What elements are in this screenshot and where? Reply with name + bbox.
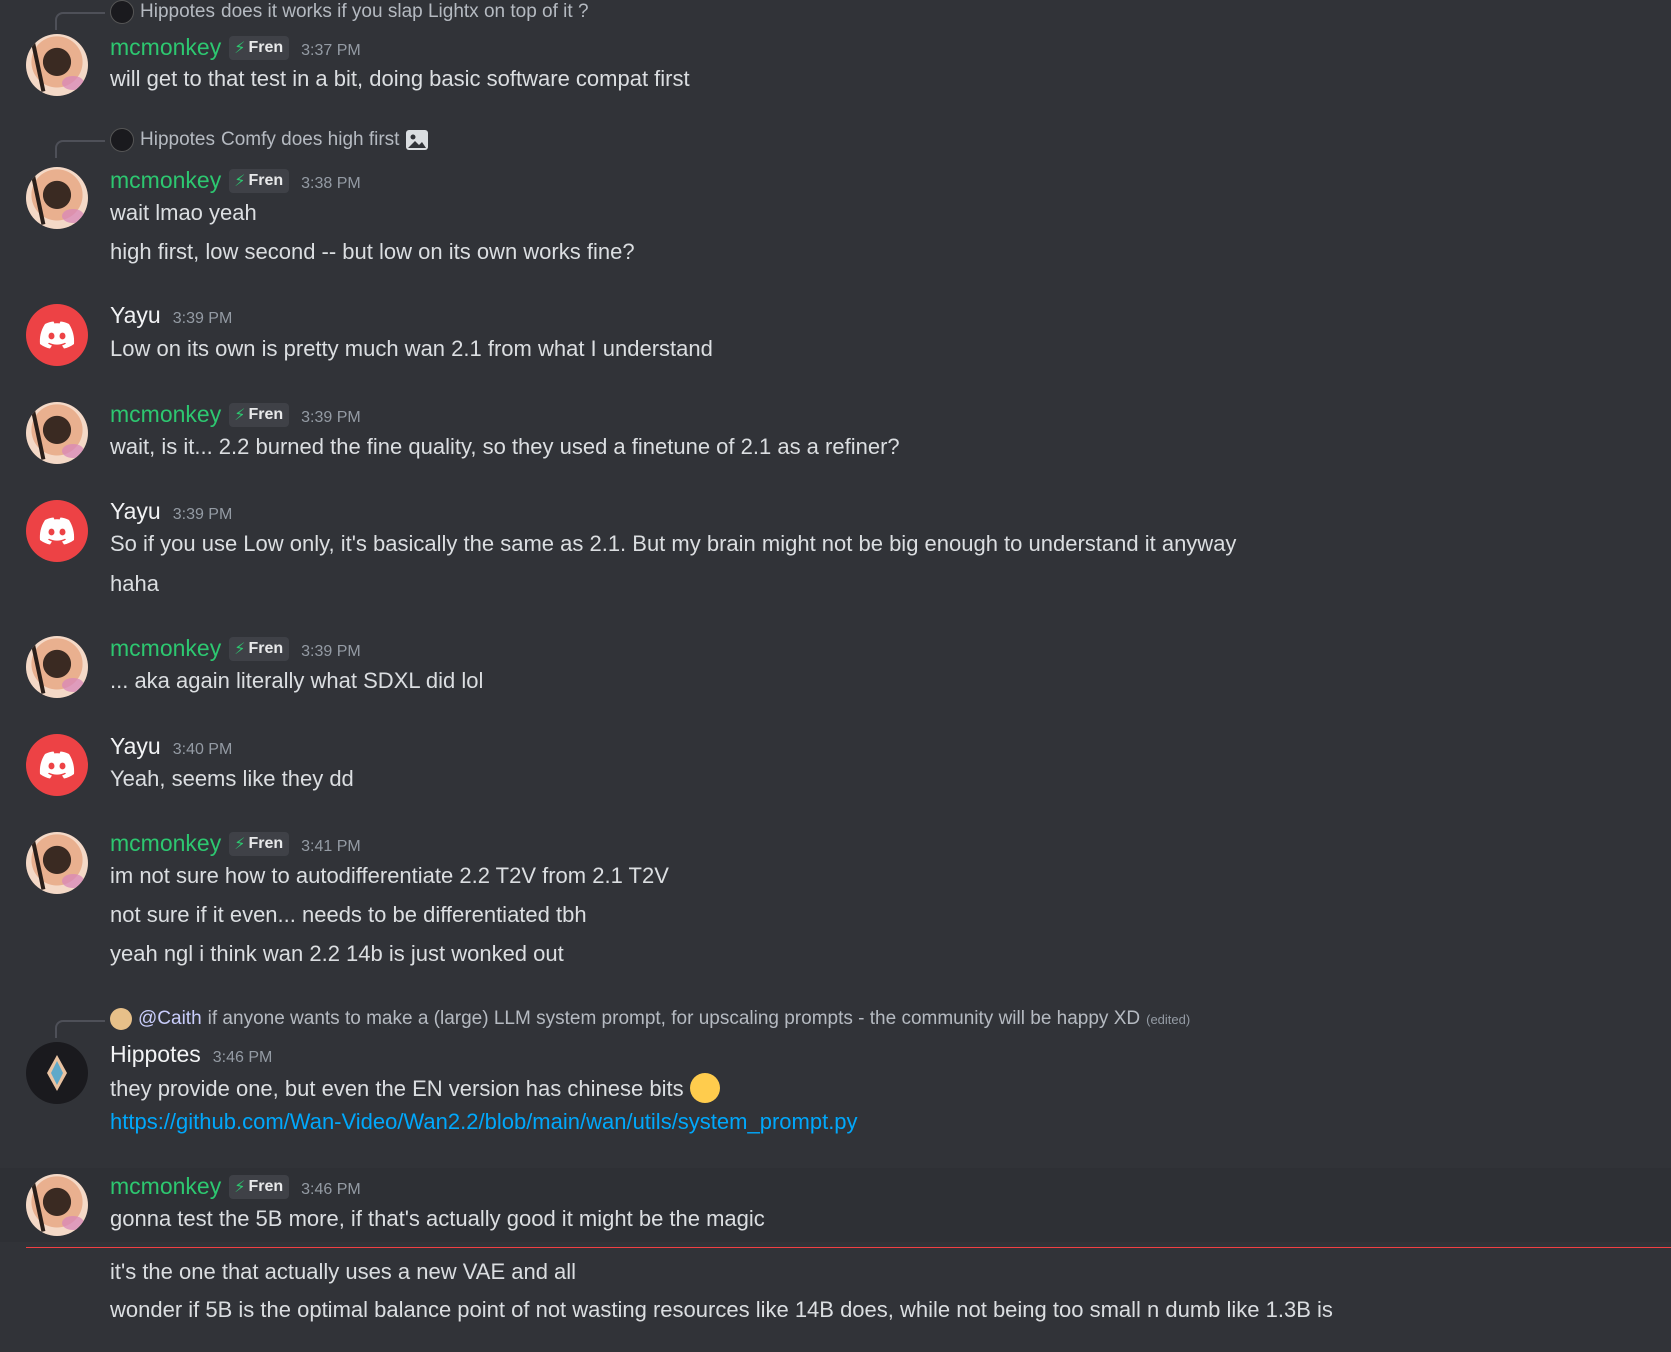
message-text: im not sure how to autodifferentiate 2.2… [110,863,669,888]
message-text: wait, is it... 2.2 burned the fine quali… [110,434,900,459]
discord-icon [39,321,75,349]
lightning-icon: ⚡ [234,173,246,190]
username[interactable]: mcmonkey [110,34,221,61]
avatar[interactable] [26,636,88,698]
avatar[interactable] [26,1174,88,1236]
timestamp[interactable]: 3:46 PM [301,1181,361,1199]
message-text: Yeah, seems like they dd [110,766,354,791]
avatar[interactable] [26,500,88,562]
new-messages-divider [26,1247,1671,1248]
timestamp[interactable]: 3:39 PM [301,643,361,661]
role-tag-label: Fren [248,835,284,852]
role-tag-label: Fren [248,172,284,189]
timestamp[interactable]: 3:39 PM [173,506,233,524]
message-text: yeah ngl i think wan 2.2 14b is just won… [110,941,564,966]
role-tag[interactable]: ⚡ Fren [229,637,290,661]
message-text: high first, low second -- but low on its… [110,239,635,264]
message-text: gonna test the 5B more, if that's actual… [110,1206,765,1231]
message-header: mcmonkey ⚡ Fren 3:41 PM [110,830,361,858]
crying-emoji-icon [689,1073,720,1103]
message-text: ... aka again literally what SDXL did lo… [110,668,484,693]
username[interactable]: mcmonkey [110,167,221,194]
role-tag-label: Fren [248,1178,284,1195]
username[interactable]: Yayu [110,498,161,525]
reply-text: does it works if you slap Lightx on top … [221,1,589,22]
timestamp[interactable]: 3:40 PM [173,741,233,759]
avatar[interactable] [26,34,88,96]
avatar[interactable] [26,402,88,464]
message-text: wonder if 5B is the optimal balance poin… [110,1297,1333,1322]
timestamp[interactable]: 3:39 PM [301,409,361,427]
reply-mention[interactable]: @Caith [138,1008,202,1030]
timestamp[interactable]: 3:37 PM [301,42,361,60]
message-text: will get to that test in a bit, doing ba… [110,66,690,91]
role-tag[interactable]: ⚡ Fren [229,1175,290,1199]
discord-icon [39,751,75,779]
image-icon [406,130,429,150]
avatar[interactable] [26,1042,88,1104]
role-tag[interactable]: ⚡ Fren [229,169,290,193]
role-tag-label: Fren [248,39,284,56]
message-header: Yayu 3:39 PM [110,498,232,525]
username[interactable]: mcmonkey [110,401,221,428]
message-header: mcmonkey ⚡ Fren 3:46 PM [110,1173,361,1201]
role-tag[interactable]: ⚡ Fren [229,36,290,60]
username[interactable]: mcmonkey [110,1173,221,1200]
username[interactable]: Hippotes [110,1041,201,1068]
message-text: haha [110,571,159,596]
role-tag[interactable]: ⚡ Fren [229,832,290,856]
reply-username[interactable]: Hippotes [140,129,215,151]
reply-username[interactable]: Hippotes [140,1,215,23]
message-text: So if you use Low only, it's basically t… [110,531,1237,556]
message-header: Hippotes 3:46 PM [110,1041,272,1068]
lightning-icon: ⚡ [234,1179,246,1196]
timestamp[interactable]: 3:46 PM [213,1049,273,1067]
message-text: it's the one that actually uses a new VA… [110,1259,577,1284]
reply-text: Comfy does high first [221,129,400,150]
lightning-icon: ⚡ [234,641,246,658]
message-text-content: they provide one, but even the EN versio… [110,1075,684,1101]
role-tag-label: Fren [248,406,284,423]
lightning-icon: ⚡ [234,836,246,853]
avatar[interactable] [26,832,88,894]
username[interactable]: mcmonkey [110,830,221,857]
username[interactable]: Yayu [110,733,161,760]
message-text: they provide one, but even the EN versio… [110,1073,720,1105]
reply-text: if anyone wants to make a (large) LLM sy… [207,1008,1141,1029]
avatar[interactable] [26,167,88,229]
message-text: wait lmao yeah [110,200,257,225]
timestamp[interactable]: 3:41 PM [301,838,361,856]
timestamp[interactable]: 3:38 PM [301,175,361,193]
hippotes-mini-avatar [110,0,134,24]
username[interactable]: mcmonkey [110,635,221,662]
reply-preview[interactable]: @Caith if anyone wants to make a (large)… [110,1008,1190,1030]
github-link[interactable]: https://github.com/Wan-Video/Wan2.2/blob… [110,1109,858,1135]
message-header: mcmonkey ⚡ Fren 3:39 PM [110,635,361,663]
caith-mini-avatar [110,1008,132,1030]
lightning-icon: ⚡ [234,407,246,424]
discord-icon [39,517,75,545]
message-header: Yayu 3:40 PM [110,733,232,760]
message-header: Yayu 3:39 PM [110,302,232,329]
message-text: not sure if it even... needs to be diffe… [110,902,587,927]
message-text: Low on its own is pretty much wan 2.1 fr… [110,336,713,361]
username[interactable]: Yayu [110,302,161,329]
edited-label: (edited) [1146,1011,1191,1027]
reply-preview[interactable]: Hippotes Comfy does high first [110,128,429,152]
role-tag[interactable]: ⚡ Fren [229,403,290,427]
avatar[interactable] [26,734,88,796]
lightning-icon: ⚡ [234,40,246,57]
timestamp[interactable]: 3:39 PM [173,310,233,328]
role-tag-label: Fren [248,640,284,657]
message-header: mcmonkey ⚡ Fren 3:37 PM [110,34,361,62]
message-header: mcmonkey ⚡ Fren 3:38 PM [110,167,361,195]
hippotes-mini-avatar [110,128,134,152]
reply-preview[interactable]: Hippotes does it works if you slap Light… [110,0,589,24]
diamond-logo-icon [47,1055,67,1091]
message-header: mcmonkey ⚡ Fren 3:39 PM [110,401,361,429]
avatar[interactable] [26,304,88,366]
